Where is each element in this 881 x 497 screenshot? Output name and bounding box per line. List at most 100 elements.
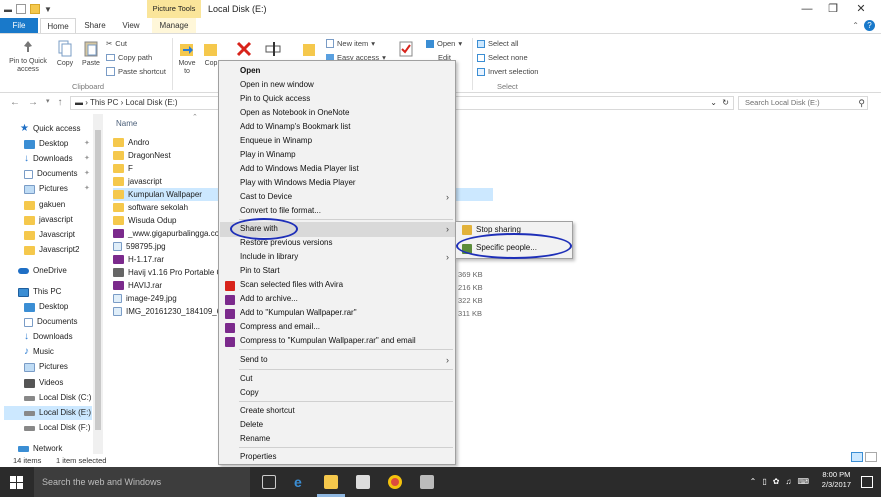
app-icon[interactable] bbox=[420, 475, 434, 489]
menu-item-winamp-bookmark[interactable]: Add to Winamp's Bookmark list bbox=[240, 120, 350, 134]
properties-qat-icon[interactable] bbox=[16, 4, 26, 14]
file-row[interactable]: javascript bbox=[113, 175, 162, 188]
nav-quick-access[interactable]: ★ Quick access bbox=[20, 122, 81, 136]
nav-local-disk-e[interactable]: Local Disk (E:) bbox=[4, 406, 92, 420]
file-row[interactable]: image-249.jpg bbox=[113, 292, 177, 305]
file-row[interactable]: _www.gigapurbalingga.co bbox=[113, 227, 219, 240]
file-row[interactable]: Wisuda Odup bbox=[113, 214, 176, 227]
new-folder-qat-icon[interactable] bbox=[30, 4, 40, 14]
menu-item-include-library[interactable]: Include in library bbox=[240, 250, 298, 264]
file-row[interactable]: IMG_20161230_184109_646 bbox=[113, 305, 230, 318]
nav-videos[interactable]: Videos bbox=[24, 376, 63, 390]
maximize-button[interactable]: ❐ bbox=[818, 0, 848, 18]
wifi-icon[interactable]: ✿ bbox=[773, 477, 780, 486]
clock[interactable]: 8:00 PM 2/3/2017 bbox=[822, 470, 851, 490]
nav-pc-downloads[interactable]: ↓ Downloads bbox=[24, 330, 73, 344]
file-row[interactable]: 598795.jpg bbox=[113, 240, 166, 253]
menu-item-send-to[interactable]: Send to bbox=[240, 353, 268, 367]
search-input[interactable]: Search Local Disk (E:) bbox=[738, 96, 868, 110]
nav-local-disk-f[interactable]: Local Disk (F:) bbox=[24, 421, 91, 435]
tab-file[interactable]: File bbox=[0, 18, 38, 33]
nav-pc-pictures[interactable]: Pictures bbox=[24, 360, 68, 374]
open-button[interactable]: Open ▾ bbox=[426, 39, 462, 48]
menu-item-compress-email[interactable]: Compress and email... bbox=[240, 320, 320, 334]
breadcrumb-local-disk[interactable]: Local Disk (E:) bbox=[126, 98, 178, 107]
tab-share[interactable]: Share bbox=[78, 18, 112, 33]
nav-onedrive[interactable]: OneDrive bbox=[18, 264, 67, 278]
new-folder-button[interactable] bbox=[300, 40, 318, 60]
menu-item-winamp-play[interactable]: Play in Winamp bbox=[240, 148, 296, 162]
windows-start-icon[interactable] bbox=[10, 476, 23, 489]
paste-shortcut-button[interactable]: Paste shortcut bbox=[106, 67, 166, 76]
menu-item-cut[interactable]: Cut bbox=[240, 372, 252, 386]
chevron-up-icon[interactable]: ⌃ bbox=[750, 477, 757, 486]
volume-icon[interactable]: ♫ bbox=[785, 477, 791, 486]
tab-home[interactable]: Home bbox=[40, 18, 76, 33]
back-arrow-icon[interactable]: ← bbox=[10, 97, 20, 108]
file-row[interactable]: DragonNest bbox=[113, 149, 171, 162]
tab-manage[interactable]: Manage bbox=[152, 18, 196, 33]
details-view-icon[interactable] bbox=[851, 452, 863, 462]
menu-item-compress-rar-email[interactable]: Compress to "Kumpulan Wallpaper.rar" and… bbox=[240, 334, 416, 348]
nav-javascript2[interactable]: Javascript2 bbox=[24, 243, 79, 257]
paste-button[interactable]: Paste bbox=[79, 40, 103, 68]
new-item-button[interactable]: New item ▾ bbox=[326, 39, 375, 48]
chrome-icon[interactable] bbox=[388, 475, 402, 489]
nav-this-pc[interactable]: This PC bbox=[18, 285, 61, 299]
search-icon[interactable]: ⚲ bbox=[858, 98, 865, 109]
menu-item-cast-to-device[interactable]: Cast to Device bbox=[240, 190, 292, 204]
help-icon[interactable]: ? bbox=[864, 20, 875, 31]
menu-item-add-rar[interactable]: Add to "Kumpulan Wallpaper.rar" bbox=[240, 306, 357, 320]
move-to-button[interactable]: Move to bbox=[176, 40, 198, 76]
up-arrow-icon[interactable]: ↑ bbox=[58, 97, 63, 108]
menu-item-winamp-enqueue[interactable]: Enqueue in Winamp bbox=[240, 134, 312, 148]
edge-icon[interactable]: e bbox=[294, 475, 308, 489]
menu-item-properties[interactable]: Properties bbox=[240, 450, 276, 464]
close-button[interactable]: ✕ bbox=[846, 0, 876, 18]
nav-pc-documents[interactable]: Documents bbox=[24, 315, 77, 329]
menu-item-onenote[interactable]: Open as Notebook in OneNote bbox=[240, 106, 349, 120]
file-row[interactable]: software sekolah bbox=[113, 201, 188, 214]
window-menu-icon[interactable]: ▬ bbox=[4, 5, 12, 14]
forward-arrow-icon[interactable]: → bbox=[28, 97, 38, 108]
customize-qat-icon[interactable]: ▼ bbox=[44, 5, 52, 14]
menu-item-pin-quick-access[interactable]: Pin to Quick access bbox=[240, 92, 310, 106]
nav-pictures[interactable]: Pictures bbox=[24, 182, 68, 196]
recent-chevron-icon[interactable]: ▾ bbox=[46, 97, 50, 108]
invert-selection-button[interactable]: Invert selection bbox=[477, 67, 538, 76]
menu-item-copy[interactable]: Copy bbox=[240, 386, 259, 400]
menu-item-add-archive[interactable]: Add to archive... bbox=[240, 292, 298, 306]
properties-button[interactable] bbox=[396, 40, 416, 60]
nav-pc-desktop[interactable]: Desktop bbox=[24, 300, 68, 314]
file-row[interactable]: F bbox=[113, 162, 133, 175]
breadcrumb-this-pc[interactable]: This PC bbox=[90, 98, 118, 107]
nav-desktop[interactable]: Desktop bbox=[24, 137, 68, 151]
menu-item-pin-start[interactable]: Pin to Start bbox=[240, 264, 280, 278]
nav-local-disk-c[interactable]: Local Disk (C:) bbox=[24, 391, 91, 405]
file-row-selected[interactable]: Kumpulan Wallpaper bbox=[113, 188, 220, 201]
task-view-icon[interactable] bbox=[262, 475, 276, 489]
file-row[interactable]: HAVIJ.rar bbox=[113, 279, 162, 292]
refresh-icon[interactable]: ↻ bbox=[722, 97, 729, 109]
menu-item-rename[interactable]: Rename bbox=[240, 432, 270, 446]
nav-scrollbar-thumb[interactable] bbox=[95, 130, 101, 430]
copy-path-button[interactable]: Copy path bbox=[106, 53, 152, 62]
menu-item-wmp-add[interactable]: Add to Windows Media Player list bbox=[240, 162, 359, 176]
menu-item-create-shortcut[interactable]: Create shortcut bbox=[240, 404, 295, 418]
taskbar-search-input[interactable]: Search the web and Windows bbox=[34, 467, 250, 497]
action-center-icon[interactable] bbox=[861, 476, 873, 488]
file-row[interactable]: Havij v1.16 Pro Portable C bbox=[113, 266, 222, 279]
keyboard-icon[interactable]: ⌨ bbox=[797, 477, 809, 486]
pin-to-quick-access-button[interactable]: Pin to Quick access bbox=[6, 40, 50, 74]
file-row[interactable]: H-1.17.rar bbox=[113, 253, 164, 266]
large-icons-view-icon[interactable] bbox=[865, 452, 877, 462]
menu-item-wmp-play[interactable]: Play with Windows Media Player bbox=[240, 176, 356, 190]
nav-documents[interactable]: Documents bbox=[24, 167, 77, 181]
file-row[interactable]: Andro bbox=[113, 136, 149, 149]
select-all-button[interactable]: Select all bbox=[477, 39, 518, 48]
select-none-button[interactable]: Select none bbox=[477, 53, 528, 62]
nav-gakuen[interactable]: gakuen bbox=[24, 198, 65, 212]
nav-javascript-cap[interactable]: Javascript bbox=[24, 228, 75, 242]
network-tray-icon[interactable]: ▯ bbox=[762, 477, 766, 486]
chevron-down-icon[interactable]: ⌃ bbox=[852, 21, 859, 30]
